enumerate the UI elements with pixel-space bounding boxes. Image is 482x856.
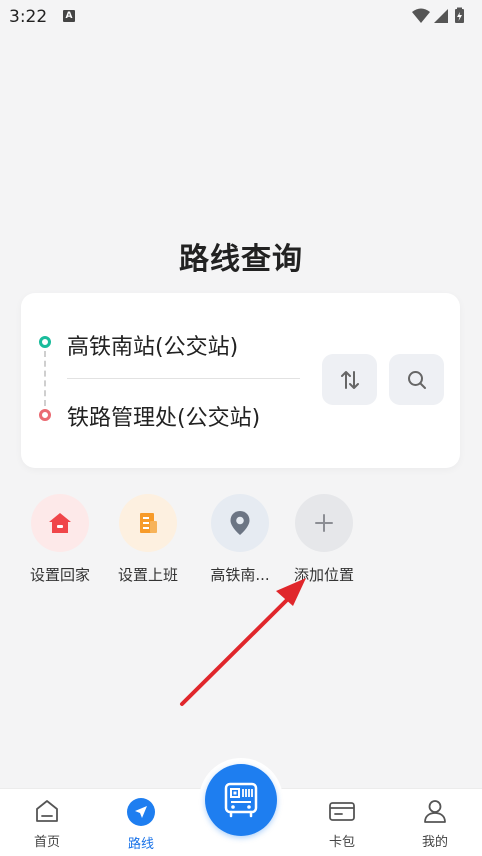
origin-dot-icon: [39, 336, 51, 348]
location-pin-icon: [211, 494, 269, 552]
route-connector: [44, 351, 46, 406]
nav-label: 首页: [33, 835, 60, 850]
nav-label: 卡包: [328, 835, 355, 850]
nav-home[interactable]: 首页: [17, 797, 77, 850]
notification-icon: A: [63, 10, 75, 22]
nav-cards[interactable]: 卡包: [312, 797, 372, 850]
status-time: 3:22: [9, 7, 48, 27]
user-icon: [424, 800, 446, 823]
search-icon: [407, 370, 426, 389]
quick-station[interactable]: 高铁南...: [200, 494, 280, 585]
quick-set-home[interactable]: 设置回家: [20, 494, 100, 585]
route-card: 高铁南站(公交站) 铁路管理处(公交站): [21, 293, 460, 468]
destination-dot-icon: [39, 409, 51, 421]
bus-qr-icon: [224, 782, 258, 818]
swap-vertical-icon: [340, 370, 359, 389]
plus-icon: [295, 494, 353, 552]
quick-label: 添加位置: [293, 566, 354, 584]
swap-button[interactable]: [322, 354, 377, 405]
search-button[interactable]: [389, 354, 444, 405]
page-title: 路线查询: [179, 242, 303, 277]
quick-set-work[interactable]: 设置上班: [108, 494, 188, 585]
status-icons: [411, 7, 473, 29]
quick-add-location[interactable]: 添加位置: [284, 494, 364, 585]
nav-route[interactable]: 路线: [111, 797, 171, 852]
field-divider: [67, 378, 300, 379]
nav-label: 我的: [421, 835, 448, 850]
building-icon: [119, 494, 177, 552]
origin-field[interactable]: 高铁南站(公交站): [67, 329, 238, 361]
home-icon: [31, 494, 89, 552]
quick-label: 设置回家: [29, 566, 90, 584]
navigation-arrow-icon: [127, 798, 155, 826]
nav-label: 路线: [127, 837, 154, 852]
destination-field[interactable]: 铁路管理处(公交站): [67, 400, 260, 432]
quick-label: 设置上班: [117, 566, 178, 584]
battery-icon: [455, 7, 464, 23]
nav-me[interactable]: 我的: [405, 797, 465, 850]
bus-code-button[interactable]: [205, 764, 277, 836]
card-wallet-icon: [329, 802, 355, 821]
home-outline-icon: [36, 800, 58, 822]
status-bar: 3:22 A: [0, 0, 482, 34]
signal-icon: [434, 9, 448, 23]
wifi-icon: [412, 8, 430, 23]
quick-label: 高铁南...: [210, 566, 270, 584]
